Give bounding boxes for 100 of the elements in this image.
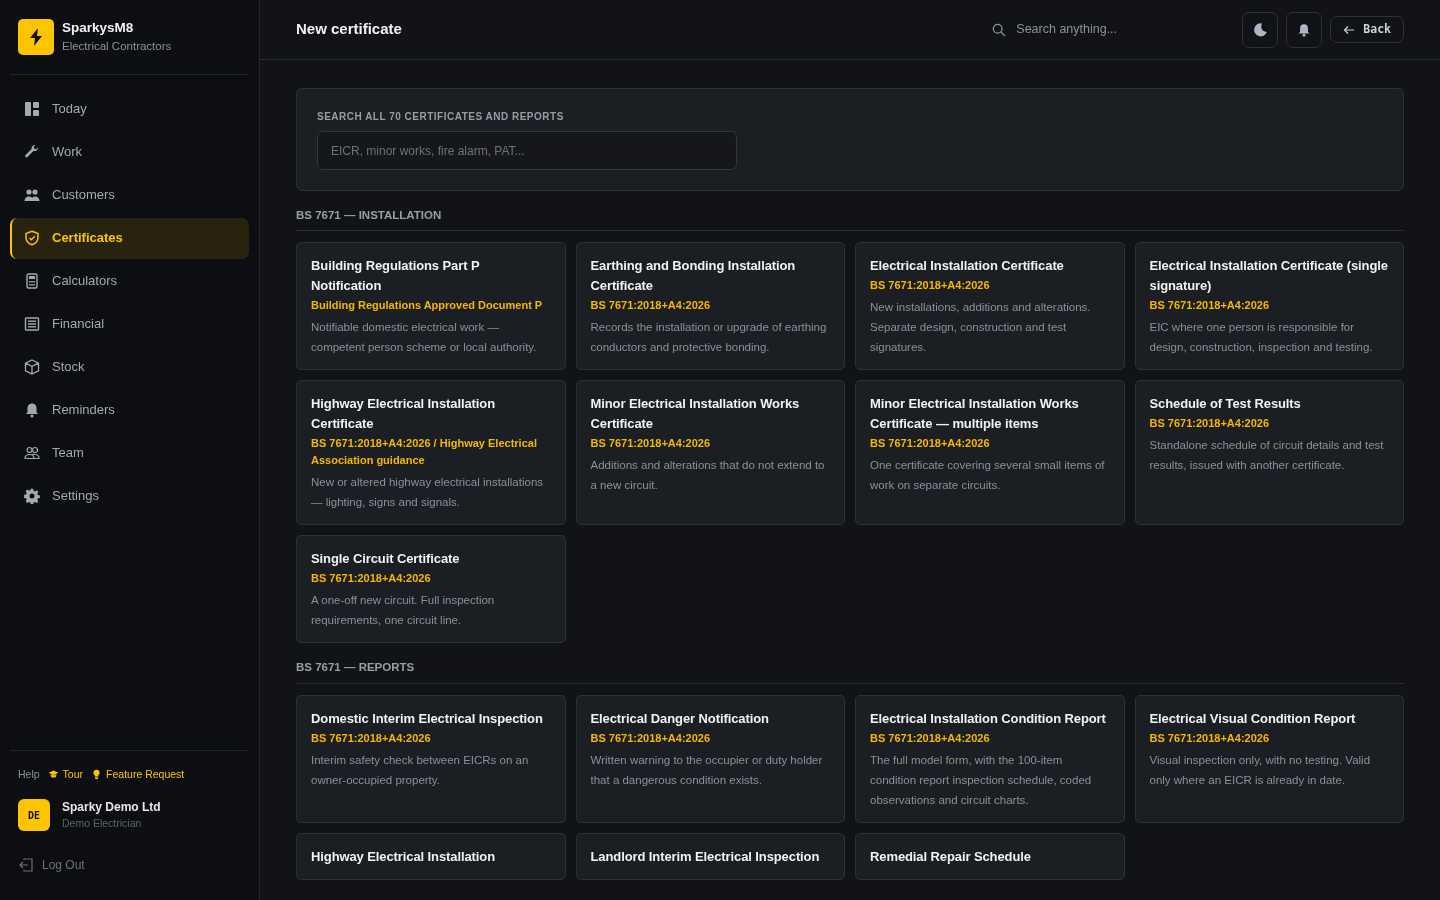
nav-item[interactable]: Reminders [10, 389, 249, 431]
certificate-card[interactable]: Highway Electrical Installation [296, 832, 566, 880]
user-role: Demo Electrician [62, 816, 143, 832]
brand-tagline: Electrical Contractors [62, 39, 172, 55]
card-description: Interim safety check between EICRs on an owner-occupied property. [311, 752, 530, 788]
card-description: New or altered highway electrical installations — lighting, signs and signals. [311, 475, 545, 511]
shield-check-icon [24, 230, 40, 246]
people-icon [24, 187, 40, 203]
certificate-card[interactable]: Earthing and Bonding Installation Certificate BS 7671:2018+A4:2026 Records the installation or upgrade of earthing conductors and protective bonding. [575, 242, 845, 371]
card-standard: Building Regulations Approved Document P [311, 298, 544, 314]
search-icon [992, 22, 1007, 37]
nav-item[interactable]: Financial [10, 303, 249, 345]
help-label: Help [18, 766, 40, 782]
certificate-card[interactable]: Electrical Installation Condition Report BS 7671:2018+A4:2026 The full model form, with the 100-item condition report inspection schedule, coded observations and circuit charts. [855, 694, 1125, 823]
certificate-card[interactable]: Electrical Installation Certificate (single signature) BS 7671:2018+A4:2026 EIC where one person is responsible for design, construction, inspection and testing. [1134, 242, 1404, 371]
card-standard: BS 7671:2018+A4:2026 [870, 436, 991, 452]
calculator-icon [24, 273, 40, 289]
nav-item[interactable]: Stock [10, 346, 249, 388]
certificate-card[interactable]: Schedule of Test Results BS 7671:2018+A4:2026 Standalone schedule of circuit details and test results, issued with another certificate. [1134, 380, 1404, 526]
section-heading: BS 7671 — REPORTS [296, 643, 1404, 684]
card-title: Earthing and Bonding Installation Certificate [590, 257, 797, 296]
certificate-card[interactable]: Minor Electrical Installation Works Certificate BS 7671:2018+A4:2026 Additions and alterations that do not extend to a new circuit. [575, 380, 845, 526]
user-avatar: DE [18, 799, 50, 832]
nav-item[interactable]: Certificates [10, 217, 249, 259]
card-standard: BS 7671:2018+A4:2026 [1149, 298, 1271, 314]
graduation-cap-icon [47, 768, 59, 780]
section-heading: BS 7671 — INSTALLATION [296, 191, 1404, 232]
certificate-card[interactable]: Highway Electrical Installation Certificate BS 7671:2018+A4:2026 / Highway Electrical Association guidance New or altered highway electrical installations — lighting, signs and signals. [296, 380, 566, 526]
page-title: New certificate [296, 19, 402, 40]
card-description: The full model form, with the 100-item condition report inspection schedule, coded observations and circuit charts. [870, 752, 1093, 808]
dashboard-icon [24, 101, 40, 117]
card-title: Electrical Installation Condition Report [870, 709, 1107, 728]
certificate-card[interactable]: Remedial Repair Schedule [855, 832, 1125, 880]
logout-icon [18, 857, 34, 873]
box-icon [24, 359, 40, 375]
user-name: Sparky Demo Ltd [62, 799, 161, 817]
notifications-button[interactable] [1286, 11, 1323, 48]
card-description: Notifiable domestic electrical work — competent person scheme or local authority. [311, 320, 538, 356]
card-standard: BS 7671:2018+A4:2026 [1149, 730, 1271, 746]
lightning-bolt-icon [29, 27, 43, 46]
card-title: Electrical Visual Condition Report [1149, 709, 1357, 728]
card-title: Minor Electrical Installation Works Certificate [590, 395, 801, 434]
certificate-card[interactable]: Electrical Visual Condition Report BS 7671:2018+A4:2026 Visual inspection only, with no testing. Valid only where an EICR is already in date. [1134, 694, 1404, 823]
card-standard: BS 7671:2018+A4:2026 [1149, 416, 1271, 432]
back-button[interactable]: Back [1330, 16, 1404, 43]
certificate-card[interactable]: Minor Electrical Installation Works Certificate — multiple items BS 7671:2018+A4:2026 One certificate covering several small items of work on separate circuits. [855, 380, 1125, 526]
card-title: Single Circuit Certificate [311, 550, 461, 569]
nav-item[interactable]: Customers [10, 174, 249, 216]
card-standard: BS 7671:2018+A4:2026 [870, 278, 991, 294]
card-description: EIC where one person is responsible for design, construction, inspection and testing. [1149, 320, 1374, 356]
certificate-search-field[interactable]: EICR, minor works, fire alarm, PAT... [317, 131, 737, 170]
certificate-card[interactable]: Electrical Danger Notification BS 7671:2018+A4:2026 Written warning to the occupier or duty holder that a dangerous condition exists. [575, 694, 845, 823]
card-description: Records the installation or upgrade of earthing conductors and protective bonding. [590, 320, 828, 356]
card-title: Building Regulations Part P Notification [311, 257, 481, 296]
lightbulb-icon [91, 768, 103, 780]
nav-item[interactable]: Calculators [10, 260, 249, 302]
moon-icon [1252, 21, 1269, 38]
card-standard: BS 7671:2018+A4:2026 [870, 730, 991, 746]
nav-item[interactable]: Today [10, 88, 249, 130]
theme-toggle-button[interactable] [1242, 11, 1279, 48]
card-title: Domestic Interim Electrical Inspection [311, 709, 544, 728]
card-description: New installations, additions and alterations. Separate design, construction and test signatures. [870, 300, 1092, 356]
bell-icon [24, 402, 40, 418]
card-title: Schedule of Test Results [1149, 395, 1302, 414]
card-standard: BS 7671:2018+A4:2026 [590, 298, 712, 314]
search-label: SEARCH ALL 70 CERTIFICATES AND REPORTS [317, 110, 565, 124]
settings-icon [24, 488, 40, 504]
wrench-icon [24, 144, 40, 160]
card-standard: BS 7671:2018+A4:2026 / Highway Electrical Association guidance [311, 436, 538, 469]
ledger-icon [24, 316, 40, 332]
card-title: Electrical Installation Certificate [870, 257, 1065, 276]
team-icon [24, 445, 40, 461]
nav-item[interactable]: Team [10, 432, 249, 474]
certificate-card[interactable]: Domestic Interim Electrical Inspection BS 7671:2018+A4:2026 Interim safety check between EICRs on an owner-occupied property. [296, 694, 566, 823]
card-title: Highway Electrical Installation [311, 847, 496, 866]
certificate-card[interactable]: Electrical Installation Certificate BS 7671:2018+A4:2026 New installations, additions and alterations. Separate design, construction and test signatures. [855, 242, 1125, 371]
certificate-card[interactable]: Landlord Interim Electrical Inspection [575, 832, 845, 880]
card-title: Highway Electrical Installation Certificate [311, 395, 496, 434]
help-link[interactable]: Feature Request [91, 766, 185, 783]
help-link[interactable]: Tour [47, 766, 84, 783]
brand-name: SparkysM8 [62, 19, 135, 37]
card-standard: BS 7671:2018+A4:2026 [590, 730, 712, 746]
bell-icon [1297, 22, 1312, 37]
card-standard: BS 7671:2018+A4:2026 [311, 571, 432, 587]
card-title: Landlord Interim Electrical Inspection [590, 847, 821, 866]
card-description: Written warning to the occupier or duty holder that a dangerous condition exists. [590, 752, 824, 788]
logout-link[interactable]: Log Out [10, 856, 249, 874]
card-description: One certificate covering several small items of work on separate circuits. [870, 458, 1106, 494]
card-title: Electrical Installation Certificate (single signature) [1149, 257, 1389, 296]
certificate-card[interactable]: Single Circuit Certificate BS 7671:2018+A4:2026 A one-off new circuit. Full inspection requirements, one circuit line. [296, 535, 566, 644]
certificate-card[interactable]: Building Regulations Part P Notification Building Regulations Approved Document P Notifiable domestic electrical work — competent person scheme or local authority. [296, 242, 566, 371]
nav-item[interactable]: Settings [10, 475, 249, 517]
search-field[interactable]: Search anything... [1014, 19, 1195, 40]
card-standard: BS 7671:2018+A4:2026 [590, 436, 712, 452]
card-title: Electrical Danger Notification [590, 709, 770, 728]
nav-item[interactable]: Work [10, 131, 249, 173]
card-description: A one-off new circuit. Full inspection requirements, one circuit line. [311, 593, 496, 629]
card-description: Standalone schedule of circuit details and test results, issued with another certificate. [1149, 438, 1385, 474]
card-title: Remedial Repair Schedule [870, 847, 1032, 866]
card-title: Minor Electrical Installation Works Certificate — multiple items [870, 395, 1080, 434]
